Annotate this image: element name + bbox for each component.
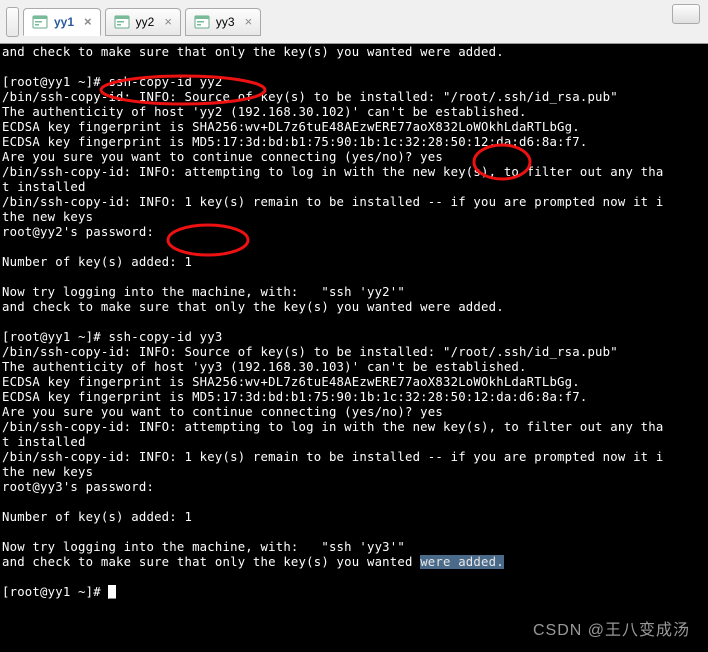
- selected-text: were added.: [420, 555, 504, 569]
- tab-yy3[interactable]: yy3 ×: [185, 8, 261, 36]
- window-control-icon[interactable]: [672, 4, 700, 24]
- tabbar-handle[interactable]: [6, 7, 19, 37]
- close-icon[interactable]: ×: [245, 14, 253, 29]
- tab-label: yy1: [54, 15, 74, 29]
- tab-bar: yy1 × yy2 × yy3 ×: [0, 0, 708, 44]
- tab-yy2[interactable]: yy2 ×: [105, 8, 181, 36]
- terminal-icon: [194, 14, 210, 30]
- terminal-icon: [114, 14, 130, 30]
- tab-yy1[interactable]: yy1 ×: [23, 8, 101, 36]
- terminal-icon: [32, 14, 48, 30]
- cursor: _: [108, 585, 116, 599]
- tab-label: yy3: [216, 15, 235, 29]
- tab-label: yy2: [136, 15, 155, 29]
- close-icon[interactable]: ×: [164, 14, 172, 29]
- terminal-output[interactable]: and check to make sure that only the key…: [0, 44, 708, 652]
- close-icon[interactable]: ×: [84, 14, 92, 29]
